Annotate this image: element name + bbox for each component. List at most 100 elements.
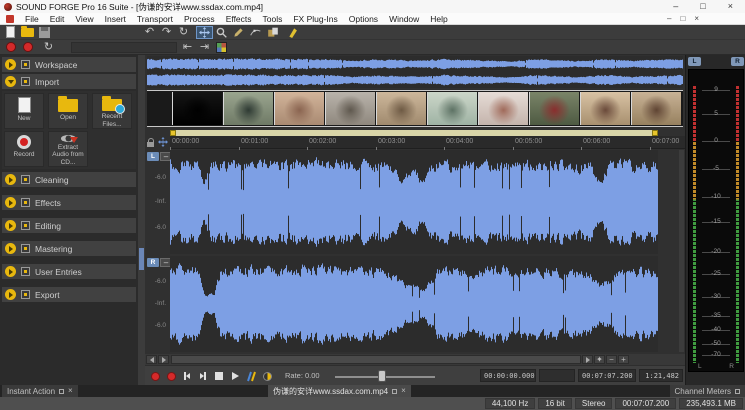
loop-button[interactable]: ↻ bbox=[40, 41, 57, 54]
stop-button[interactable] bbox=[212, 369, 226, 383]
expand-arrow-icon[interactable] bbox=[5, 220, 16, 231]
child-restore-icon[interactable]: □ bbox=[680, 13, 685, 25]
instant-action-tab[interactable]: Instant Action × bbox=[2, 385, 78, 397]
time-ruler[interactable]: 00:00:00 00:01:00 00:02:00 00:03:00 00:0… bbox=[170, 136, 685, 149]
more-tools-button[interactable] bbox=[285, 26, 302, 39]
event-tool-button[interactable] bbox=[264, 26, 281, 39]
recent-files-tile[interactable]: Recent Files... bbox=[92, 93, 132, 129]
sidebar-section-export[interactable]: Export bbox=[2, 287, 136, 302]
pencil-tool-button[interactable] bbox=[230, 26, 247, 39]
zoom-out-button[interactable]: − bbox=[606, 355, 617, 364]
vertical-scrollbar[interactable] bbox=[679, 150, 684, 352]
overview-waveform[interactable] bbox=[147, 56, 683, 88]
child-close-icon[interactable]: × bbox=[694, 13, 699, 25]
close-icon[interactable]: × bbox=[728, 0, 733, 13]
scroll-right-button[interactable] bbox=[158, 355, 169, 364]
sidebar-scrollbar[interactable] bbox=[138, 55, 145, 385]
left-channel-badge[interactable]: L bbox=[147, 152, 159, 161]
save-button[interactable] bbox=[36, 26, 53, 39]
play-device-button[interactable] bbox=[244, 369, 258, 383]
undo-button[interactable]: ↶ bbox=[141, 26, 158, 39]
menu-options[interactable]: Options bbox=[349, 14, 378, 24]
expand-arrow-icon[interactable] bbox=[5, 289, 16, 300]
expand-arrow-icon[interactable] bbox=[5, 197, 16, 208]
expand-arrow-icon[interactable] bbox=[5, 174, 16, 185]
expand-arrow-icon[interactable] bbox=[5, 266, 16, 277]
go-to-end-button[interactable] bbox=[196, 369, 210, 383]
zoom-in-button[interactable]: + bbox=[618, 355, 629, 364]
close-icon[interactable]: × bbox=[401, 385, 406, 397]
new-tile[interactable]: New bbox=[4, 93, 44, 129]
record-remote-button[interactable] bbox=[2, 41, 19, 54]
edit-tool-button[interactable] bbox=[196, 26, 213, 39]
right-channel-badge[interactable]: R bbox=[147, 258, 159, 267]
go-to-end-button[interactable]: ⇥ bbox=[196, 41, 213, 54]
scroll-left-button[interactable] bbox=[146, 355, 157, 364]
menu-edit[interactable]: Edit bbox=[50, 14, 65, 24]
expand-arrow-icon[interactable] bbox=[5, 243, 16, 254]
snap-grid-button[interactable] bbox=[213, 41, 230, 54]
menu-tools[interactable]: Tools bbox=[263, 14, 283, 24]
record-remote-button[interactable] bbox=[148, 369, 162, 383]
menu-effects[interactable]: Effects bbox=[226, 14, 252, 24]
open-button[interactable] bbox=[19, 26, 36, 39]
repeat-button[interactable]: ↻ bbox=[175, 26, 192, 39]
rate-slider-handle[interactable] bbox=[378, 370, 386, 382]
new-button[interactable] bbox=[2, 26, 19, 39]
sidebar-section-mastering[interactable]: Mastering bbox=[2, 241, 136, 256]
redo-button[interactable]: ↷ bbox=[158, 26, 175, 39]
video-strip[interactable] bbox=[147, 90, 683, 127]
maximize-icon[interactable]: □ bbox=[700, 0, 705, 13]
sidebar-section-cleaning[interactable]: Cleaning bbox=[2, 172, 136, 187]
record-button[interactable] bbox=[19, 41, 36, 54]
channels-status[interactable]: Stereo bbox=[575, 398, 613, 409]
bit-depth-status[interactable]: 16 bit bbox=[538, 398, 572, 409]
magnify-tool-button[interactable] bbox=[213, 26, 230, 39]
restore-icon[interactable] bbox=[392, 389, 397, 394]
go-to-start-button[interactable] bbox=[180, 369, 194, 383]
menu-help[interactable]: Help bbox=[430, 14, 447, 24]
sidebar-section-workspace[interactable]: Workspace bbox=[2, 57, 136, 72]
menu-fx-plugins[interactable]: FX Plug-Ins bbox=[293, 14, 337, 24]
selection-display[interactable] bbox=[539, 369, 575, 382]
meter-left-button[interactable]: L bbox=[688, 57, 701, 66]
sidebar-section-import[interactable]: Import bbox=[2, 74, 136, 89]
float-icon[interactable] bbox=[59, 389, 64, 394]
channel-meters-tab[interactable]: Channel Meters bbox=[670, 385, 745, 397]
end-display[interactable]: 00:07:07.200 bbox=[578, 369, 636, 382]
record-button[interactable] bbox=[164, 369, 178, 383]
menu-insert[interactable]: Insert bbox=[105, 14, 126, 24]
waveform-canvas-right[interactable] bbox=[170, 256, 658, 352]
go-to-start-button[interactable]: ⇤ bbox=[179, 41, 196, 54]
meter-right-button[interactable]: R bbox=[731, 57, 744, 66]
lock-icon[interactable] bbox=[147, 142, 154, 147]
open-tile[interactable]: Open bbox=[48, 93, 88, 129]
record-tile[interactable]: Record bbox=[4, 131, 44, 167]
loop-playback-button[interactable] bbox=[260, 369, 274, 383]
horizontal-scrollbar[interactable] bbox=[171, 355, 581, 364]
scrollbar-thumb[interactable] bbox=[172, 356, 580, 363]
menu-file[interactable]: File bbox=[25, 14, 39, 24]
menu-view[interactable]: View bbox=[75, 14, 93, 24]
sidebar-section-effects[interactable]: Effects bbox=[2, 195, 136, 210]
play-button[interactable] bbox=[228, 369, 242, 383]
envelope-tool-button[interactable] bbox=[247, 26, 264, 39]
position-display[interactable]: 00:00:00.000 bbox=[480, 369, 536, 382]
extract-audio-tile[interactable]: Extract Audio from CD... bbox=[48, 131, 88, 167]
file-tab[interactable]: 伪谦的安详www.ssdax.com.mp4 × bbox=[268, 385, 411, 397]
scrollbar-thumb[interactable] bbox=[139, 248, 144, 270]
menu-transport[interactable]: Transport bbox=[137, 14, 173, 24]
expand-arrow-icon[interactable] bbox=[5, 59, 16, 70]
close-icon[interactable]: × bbox=[68, 385, 73, 397]
zoom-selection-button[interactable] bbox=[582, 355, 593, 364]
collapse-arrow-icon[interactable] bbox=[5, 76, 16, 87]
child-minimize-icon[interactable]: – bbox=[667, 13, 671, 25]
length-display[interactable]: 1:21,482 bbox=[639, 369, 683, 382]
sample-rate-status[interactable]: 44,100 Hz bbox=[485, 398, 535, 409]
menu-process[interactable]: Process bbox=[184, 14, 215, 24]
menu-window[interactable]: Window bbox=[389, 14, 419, 24]
waveform-canvas-left[interactable] bbox=[170, 150, 658, 254]
float-icon[interactable] bbox=[735, 389, 740, 394]
zoom-normal-button[interactable]: ✦ bbox=[594, 355, 605, 364]
minimize-icon[interactable]: – bbox=[673, 0, 678, 13]
